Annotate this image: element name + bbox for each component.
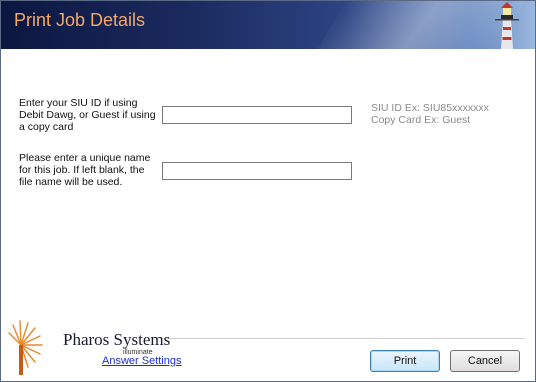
header-banner: Print Job Details xyxy=(1,1,535,49)
brand-name: Pharos Systems xyxy=(63,330,171,349)
dialog-title: Print Job Details xyxy=(14,10,146,30)
job-name-label: Please enter a unique name for this job.… xyxy=(19,152,151,188)
lighthouse-icon xyxy=(495,2,519,49)
print-button[interactable]: Print xyxy=(370,350,440,372)
hint-box: SIU ID Ex: SIU85xxxxxxx Copy Card Ex: Gu… xyxy=(371,102,489,126)
print-job-dialog: Print Job Details Enter your SIU ID if u… xyxy=(0,0,536,382)
footer-divider xyxy=(161,338,525,339)
siu-id-input[interactable] xyxy=(162,106,352,124)
siu-id-example: SIU ID Ex: SIU85xxxxxxx xyxy=(371,102,489,114)
pharos-logo-icon xyxy=(8,320,43,375)
job-name-input[interactable] xyxy=(162,162,352,180)
siu-id-label: Enter your SIU ID if using Debit Dawg, o… xyxy=(19,97,156,133)
answer-settings-link[interactable]: Answer Settings xyxy=(102,355,181,367)
copy-card-example: Copy Card Ex: Guest xyxy=(371,114,471,126)
cancel-button[interactable]: Cancel xyxy=(450,350,520,372)
